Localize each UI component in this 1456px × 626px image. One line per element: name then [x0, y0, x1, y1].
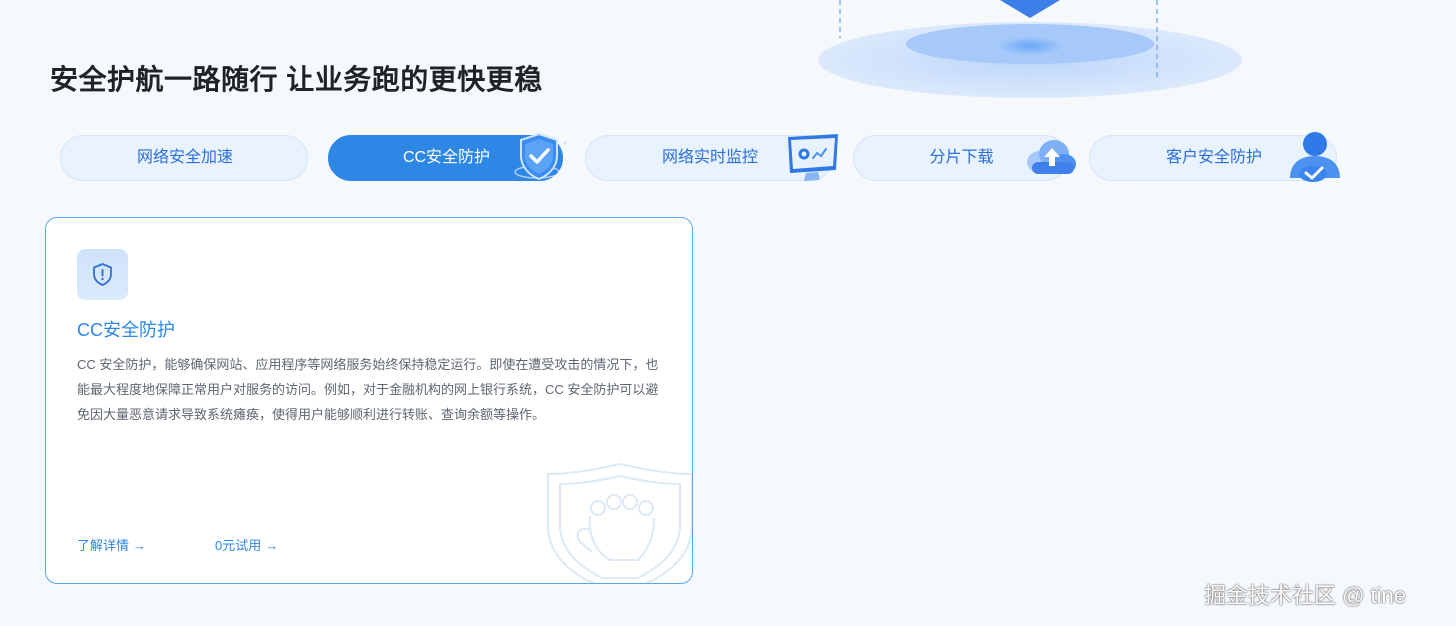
tab-label: 网络安全加速 [136, 149, 233, 166]
tab-network-acceleration[interactable]: 网络安全加速 [60, 135, 308, 181]
site-watermark: 掘金技术社区 @ tine [1204, 583, 1407, 608]
user-check-icon [1290, 132, 1340, 182]
page: 安全护航一路随行 让业务跑的更快更稳 网络安全加速 CC安全防护 网络实时监控 [0, 0, 1456, 626]
tab-cc-protection[interactable]: CC安全防护 [328, 132, 567, 181]
tab-chunked-download[interactable]: 分片下载 [853, 135, 1076, 181]
shield-check-icon [514, 132, 567, 181]
cloud-upload-icon [1027, 140, 1076, 174]
arrow-right-icon: → [133, 538, 147, 553]
learn-more-link[interactable]: 了解详情 → [77, 535, 146, 554]
shield-fist-watermark-icon [547, 462, 692, 583]
free-trial-label: 0元试用 [215, 538, 262, 553]
tab-customer-protection[interactable]: 客户安全防护 [1089, 132, 1340, 182]
card-icon-container [77, 249, 128, 300]
page-title: 安全护航一路随行 让业务跑的更快更稳 [50, 64, 543, 95]
card-title: CC安全防护 [77, 320, 175, 340]
feature-card: CC安全防护 CC 安全防护，能够确保网站、应用程序等网络服务始终保持稳定运行。… [45, 217, 693, 584]
card-description: CC 安全防护，能够确保网站、应用程序等网络服务始终保持稳定运行。即使在遭受攻击… [77, 357, 659, 422]
free-trial-link[interactable]: 0元试用 → [215, 535, 278, 554]
shield-alert-icon [93, 263, 112, 286]
hero-platform-graphic [818, 0, 1242, 98]
tab-network-monitoring[interactable]: 网络实时监控 [585, 134, 838, 181]
learn-more-label: 了解详情 [77, 538, 130, 553]
arrow-right-icon: → [265, 538, 279, 553]
monitor-icon [788, 134, 838, 181]
